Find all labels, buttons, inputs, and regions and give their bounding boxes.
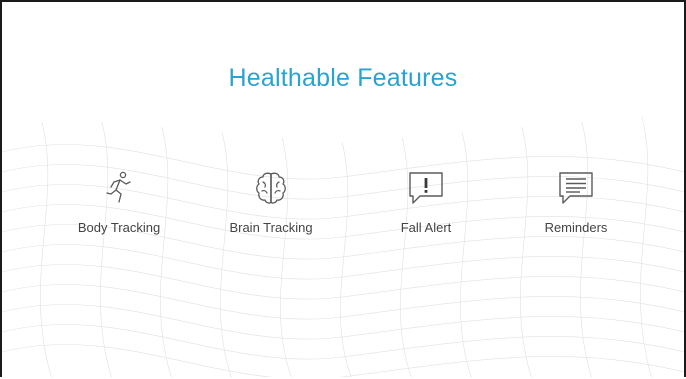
feature-body-tracking: Body Tracking	[44, 168, 194, 235]
feature-brain-tracking: Brain Tracking	[196, 168, 346, 235]
running-person-icon	[106, 171, 131, 203]
feature-fall-alert: Fall Alert	[351, 168, 501, 235]
feature-label: Fall Alert	[400, 220, 452, 235]
brain-icon	[256, 172, 286, 204]
slide-title: Healthable Features	[228, 64, 458, 92]
slide: Healthable Features Body Tracking Brain …	[0, 0, 686, 377]
feature-label: Body Tracking	[77, 220, 161, 235]
feature-label: Brain Tracking	[229, 220, 313, 235]
alert-speech-bubble-icon	[409, 172, 443, 204]
feature-reminders: Reminders	[501, 168, 651, 235]
feature-label: Reminders	[544, 220, 608, 235]
message-lines-icon	[559, 172, 593, 204]
